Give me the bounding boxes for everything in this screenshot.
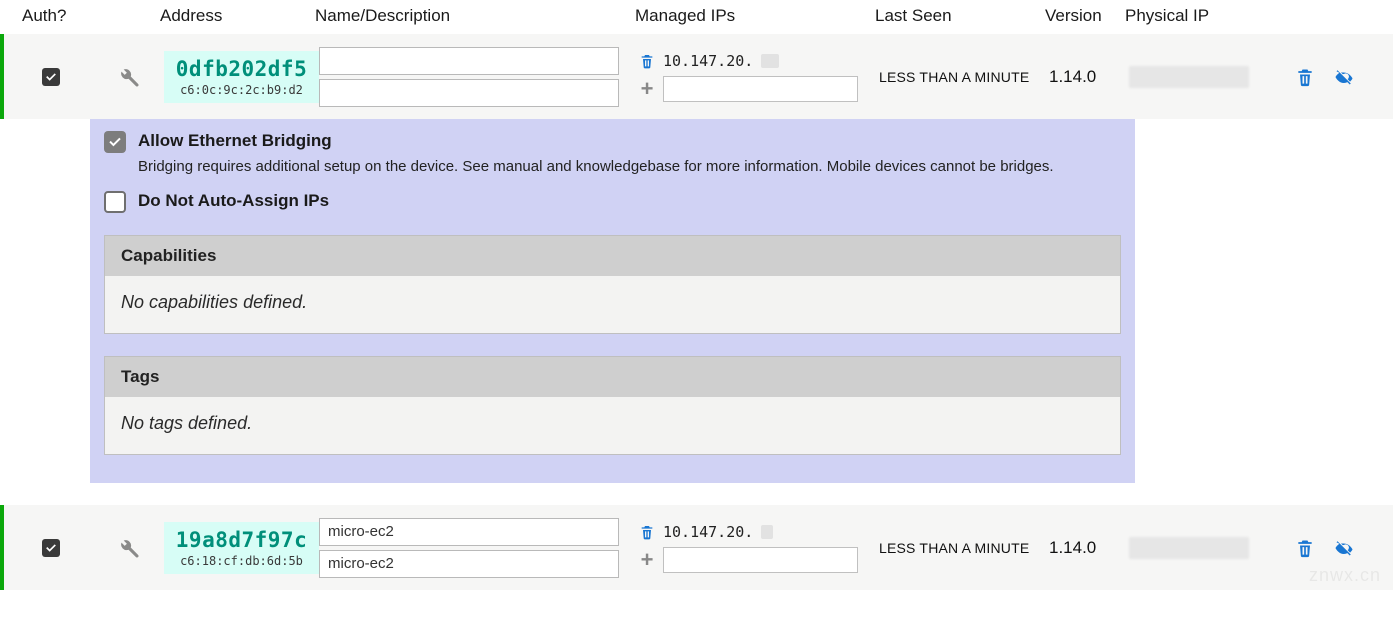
tags-empty: No tags defined. [105,397,1120,454]
version: 1.14.0 [1049,67,1096,86]
wrench-icon[interactable] [118,66,140,88]
col-name: Name/Description [315,6,635,26]
address-badge[interactable]: 19a8d7f97c c6:18:cf:db:6d:5b [164,522,319,574]
delete-member-icon[interactable] [1295,537,1315,559]
capabilities-empty: No capabilities defined. [105,276,1120,333]
last-seen: LESS THAN A MINUTE [879,540,1029,556]
name-input[interactable] [319,47,619,75]
no-auto-assign-label: Do Not Auto-Assign IPs [138,191,329,211]
node-mac: c6:0c:9c:2c:b9:d2 [172,83,311,97]
allow-bridging-checkbox[interactable] [104,131,126,153]
auth-checkbox[interactable] [42,68,60,86]
member-settings-panel: Allow Ethernet Bridging Bridging require… [90,119,1135,483]
ip-masked [761,525,773,539]
col-ips: Managed IPs [635,6,875,26]
table-header: Auth? Address Name/Description Managed I… [0,0,1393,34]
col-address: Address [160,6,315,26]
auth-checkbox[interactable] [42,539,60,557]
version: 1.14.0 [1049,538,1096,557]
member-row: 19a8d7f97c c6:18:cf:db:6d:5b 10.147.20. … [0,505,1393,590]
tags-title: Tags [105,357,1120,397]
ip-masked [761,54,779,68]
wrench-icon[interactable] [118,537,140,559]
node-mac: c6:18:cf:db:6d:5b [172,554,311,568]
address-badge[interactable]: 0dfb202df5 c6:0c:9c:2c:b9:d2 [164,51,319,103]
allow-bridging-help: Bridging requires additional setup on th… [138,157,1121,177]
node-id: 0dfb202df5 [172,57,311,81]
plus-icon[interactable]: + [639,78,655,100]
hide-icon[interactable] [1333,68,1355,86]
trash-icon[interactable] [639,52,655,70]
capabilities-title: Capabilities [105,236,1120,276]
last-seen: LESS THAN A MINUTE [879,69,1029,85]
add-ip-input[interactable] [663,76,858,102]
plus-icon[interactable]: + [639,549,655,571]
physical-ip-hidden [1129,537,1249,559]
description-input[interactable] [319,79,619,107]
trash-icon[interactable] [639,523,655,541]
managed-ip: 10.147.20. [663,52,753,70]
watermark: znwx.cn [1309,565,1381,586]
description-input[interactable] [319,550,619,578]
managed-ip: 10.147.20. [663,523,753,541]
add-ip-input[interactable] [663,547,858,573]
col-physical: Physical IP [1125,6,1285,26]
allow-bridging-label: Allow Ethernet Bridging [138,131,332,151]
member-row: 0dfb202df5 c6:0c:9c:2c:b9:d2 10.147.20. … [0,34,1393,119]
col-seen: Last Seen [875,6,1045,26]
node-id: 19a8d7f97c [172,528,311,552]
tags-card: Tags No tags defined. [104,356,1121,455]
no-auto-assign-checkbox[interactable] [104,191,126,213]
hide-icon[interactable] [1333,539,1355,557]
physical-ip-hidden [1129,66,1249,88]
col-auth: Auth? [0,6,90,26]
name-input[interactable] [319,518,619,546]
capabilities-card: Capabilities No capabilities defined. [104,235,1121,334]
col-version: Version [1045,6,1125,26]
delete-member-icon[interactable] [1295,66,1315,88]
